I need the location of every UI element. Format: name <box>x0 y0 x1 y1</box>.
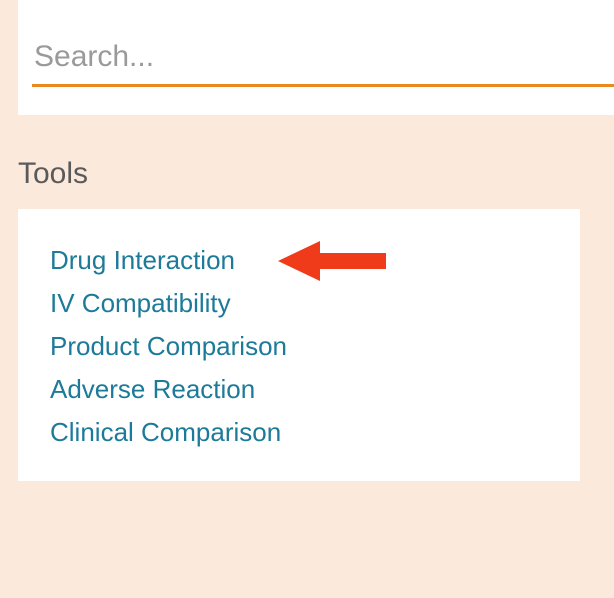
tool-link-iv-compatibility[interactable]: IV Compatibility <box>50 282 231 325</box>
search-input[interactable] <box>32 36 614 87</box>
search-panel <box>18 0 614 115</box>
tool-link-adverse-reaction[interactable]: Adverse Reaction <box>50 368 255 411</box>
tools-heading: Tools <box>18 157 614 191</box>
tool-link-clinical-comparison[interactable]: Clinical Comparison <box>50 411 281 454</box>
tool-link-product-comparison[interactable]: Product Comparison <box>50 325 287 368</box>
tools-panel: Drug Interaction IV Compatibility Produc… <box>18 209 580 481</box>
arrow-annotation-icon <box>278 237 398 285</box>
tool-link-drug-interaction[interactable]: Drug Interaction <box>50 239 235 282</box>
